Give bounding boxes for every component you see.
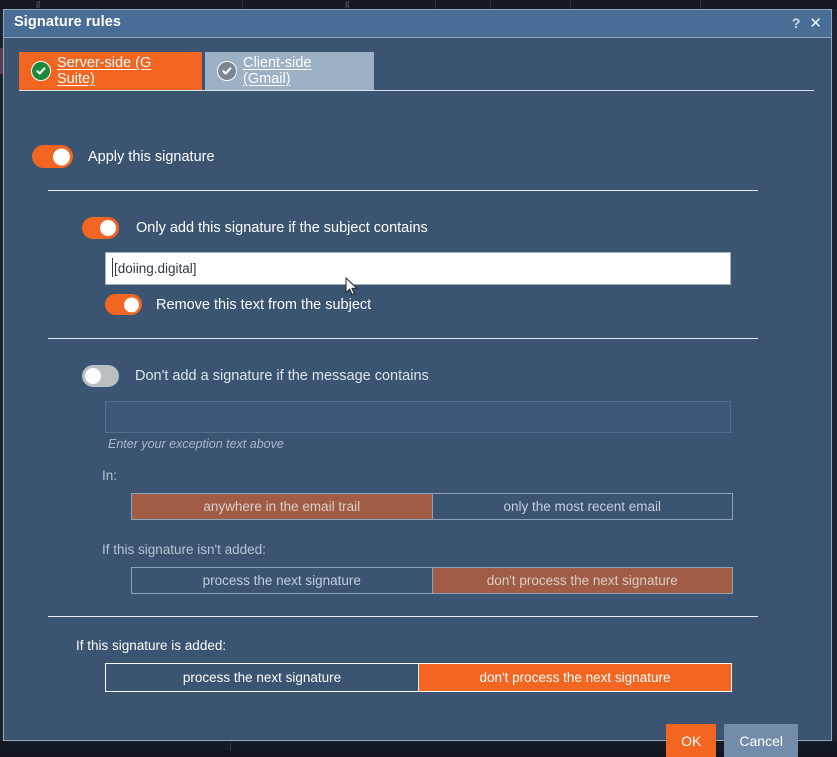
exception-rule-row: Don't add a signature if the message con…	[82, 365, 429, 387]
in-segmented-control: anywhere in the email trail only the mos…	[131, 493, 733, 520]
help-icon[interactable]: ?	[792, 12, 801, 34]
apply-signature-row: Apply this signature	[32, 145, 215, 168]
apply-signature-toggle[interactable]	[32, 145, 73, 168]
subject-rule-row: Only add this signature if the subject c…	[82, 217, 428, 239]
dialog-footer: OK Cancel	[666, 724, 798, 757]
section-divider	[48, 338, 758, 339]
dialog-body: Server-side (G Suite) Client-side (Gmail…	[4, 38, 831, 757]
added-option-dont-process[interactable]: don't process the next signature	[418, 664, 731, 691]
remove-subject-text-label: Remove this text from the subject	[156, 296, 372, 313]
apply-signature-label: Apply this signature	[88, 148, 215, 165]
ok-button[interactable]: OK	[666, 724, 717, 757]
subject-rule-toggle[interactable]	[82, 217, 119, 239]
subject-text-input[interactable]	[105, 252, 731, 285]
page-bottom-seam	[230, 741, 231, 751]
subject-rule-label: Only add this signature if the subject c…	[136, 220, 428, 236]
not-added-option-dont-process[interactable]: don't process the next signature	[431, 568, 732, 593]
tab-separator	[242, 0, 243, 9]
browser-tab-glyph: g	[345, 0, 350, 8]
exception-rule-toggle[interactable]	[82, 365, 119, 387]
signature-rules-dialog: Signature rules ? ✕ Server-side (G Suite…	[3, 9, 832, 757]
cancel-button[interactable]: Cancel	[724, 724, 798, 757]
check-circle-green-icon	[31, 61, 51, 81]
tab-separator	[700, 0, 701, 9]
exception-hint-text: Enter your exception text above	[108, 437, 284, 451]
tab-bar: Server-side (G Suite) Client-side (Gmail…	[19, 52, 374, 90]
not-added-field-label: If this signature isn't added:	[102, 542, 266, 557]
section-divider	[48, 190, 758, 191]
not-added-segmented-control: process the next signature don't process…	[131, 567, 733, 594]
close-icon[interactable]: ✕	[809, 12, 822, 34]
in-option-most-recent[interactable]: only the most recent email	[431, 494, 732, 519]
tab-separator	[435, 0, 436, 9]
dialog-titlebar: Signature rules ? ✕	[4, 10, 831, 38]
in-option-anywhere[interactable]: anywhere in the email trail	[132, 494, 432, 519]
tab-client-side[interactable]: Client-side (Gmail)	[205, 52, 374, 90]
toggle-knob	[100, 220, 116, 236]
page-right-edge	[832, 9, 837, 741]
exception-rule-label: Don't add a signature if the message con…	[135, 368, 429, 384]
added-field-label: If this signature is added:	[76, 638, 227, 653]
in-field-label: In:	[102, 468, 118, 483]
remove-subject-text-row: Remove this text from the subject	[105, 294, 371, 315]
toggle-knob	[124, 297, 139, 312]
tab-client-side-label: Client-side (Gmail)	[243, 55, 312, 87]
added-segmented-control: process the next signature don't process…	[105, 663, 732, 692]
exception-text-input[interactable]	[105, 401, 731, 433]
toggle-knob	[85, 368, 101, 384]
section-divider	[48, 616, 758, 617]
text-caret	[112, 258, 113, 277]
dialog-title: Signature rules	[14, 14, 122, 30]
tab-separator	[570, 0, 571, 9]
remove-subject-text-toggle[interactable]	[105, 294, 142, 315]
toggle-knob	[53, 148, 70, 165]
tab-server-side[interactable]: Server-side (G Suite)	[19, 52, 202, 90]
check-circle-gray-icon	[217, 61, 237, 81]
tab-bar-underline	[19, 90, 814, 91]
browser-tab-glyph: g	[36, 0, 41, 8]
not-added-option-process[interactable]: process the next signature	[132, 568, 432, 593]
titlebar-actions: ? ✕	[792, 12, 822, 34]
tab-server-side-label: Server-side (G Suite)	[57, 55, 152, 87]
added-option-process[interactable]: process the next signature	[106, 664, 418, 691]
browser-tab-strip: g g	[0, 0, 837, 9]
screen: g g Signature rules ? ✕ Server-side (G S…	[0, 0, 837, 757]
tab-separator	[490, 0, 491, 9]
